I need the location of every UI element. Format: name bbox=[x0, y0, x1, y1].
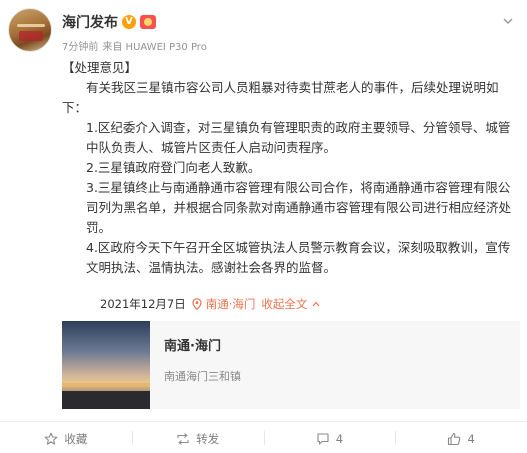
medal-icon bbox=[140, 15, 156, 29]
comment-count: 4 bbox=[335, 431, 344, 446]
location-card-subtitle: 南通海门三和镇 bbox=[164, 370, 241, 383]
location-pin-icon bbox=[192, 298, 202, 310]
more-icon[interactable] bbox=[501, 14, 515, 28]
comment-icon bbox=[317, 432, 329, 445]
post-item-1: 1.区纪委介入调查，对三星镇负有管理职责的政府主要领导、分管领导、城管中队负责人… bbox=[86, 120, 511, 155]
post-footer: 2021年12月7日 南通·海门 收起全文 bbox=[100, 296, 321, 312]
collapse-label: 收起全文 bbox=[261, 297, 308, 311]
author-name[interactable]: 海门发布 bbox=[62, 12, 118, 32]
like-count: 4 bbox=[467, 431, 475, 446]
post-time[interactable]: 7分钟前 bbox=[62, 38, 98, 53]
location-card-info: 南通·海门 南通海门三和镇 bbox=[150, 321, 241, 409]
weibo-post: 海门发布 V 7分钟前 来自 HUAWEI P30 Pro 【处理意见】 有关我… bbox=[0, 0, 527, 453]
avatar[interactable] bbox=[8, 8, 52, 52]
author-row: 海门发布 V bbox=[62, 12, 156, 32]
like-button[interactable]: 4 bbox=[395, 424, 527, 453]
post-date: 2021年12月7日 bbox=[100, 297, 186, 311]
repost-icon bbox=[177, 432, 189, 445]
post-item-3: 3.三星镇终止与南通静通市容管理有限公司合作，将南通静通市容管理有限公司列为黑名… bbox=[86, 180, 512, 235]
post-meta: 7分钟前 来自 HUAWEI P30 Pro bbox=[62, 38, 207, 53]
vip-icon: V bbox=[122, 15, 136, 29]
location-card[interactable]: 南通·海门 南通海门三和镇 bbox=[62, 321, 520, 409]
collapse-button[interactable]: 收起全文 bbox=[261, 296, 321, 312]
post-intro: 有关我区三星镇市容公司人员粗暴对待卖甘蔗老人的事件，后续处理说明如下： bbox=[62, 80, 499, 115]
post-heading: 【处理意见】 bbox=[62, 60, 138, 75]
divider bbox=[0, 421, 527, 422]
comment-button[interactable]: 4 bbox=[263, 424, 396, 453]
action-bar: 收藏 转发 4 4 bbox=[0, 424, 527, 453]
thumbs-up-icon bbox=[448, 432, 461, 445]
favorite-button[interactable]: 收藏 bbox=[0, 424, 132, 453]
repost-button[interactable]: 转发 bbox=[131, 424, 264, 453]
post-source: 来自 HUAWEI P30 Pro bbox=[102, 42, 207, 53]
post-text: 【处理意见】 有关我区三星镇市容公司人员粗暴对待卖甘蔗老人的事件，后续处理说明如… bbox=[62, 58, 520, 278]
location-card-image bbox=[62, 321, 150, 409]
location-card-title: 南通·海门 bbox=[164, 339, 221, 354]
chevron-up-icon bbox=[312, 301, 320, 307]
post-item-4: 4.区政府今天下午召开全区城管执法人员警示教育会议，深刻吸取教训，宣传文明执法、… bbox=[86, 240, 511, 275]
location-label: 南通·海门 bbox=[205, 297, 256, 311]
star-icon bbox=[45, 432, 58, 445]
repost-label: 转发 bbox=[196, 431, 220, 446]
location-link[interactable]: 南通·海门 bbox=[192, 296, 256, 312]
post-item-2: 2.三星镇政府登门向老人致歉。 bbox=[86, 160, 261, 175]
favorite-label: 收藏 bbox=[64, 431, 88, 446]
